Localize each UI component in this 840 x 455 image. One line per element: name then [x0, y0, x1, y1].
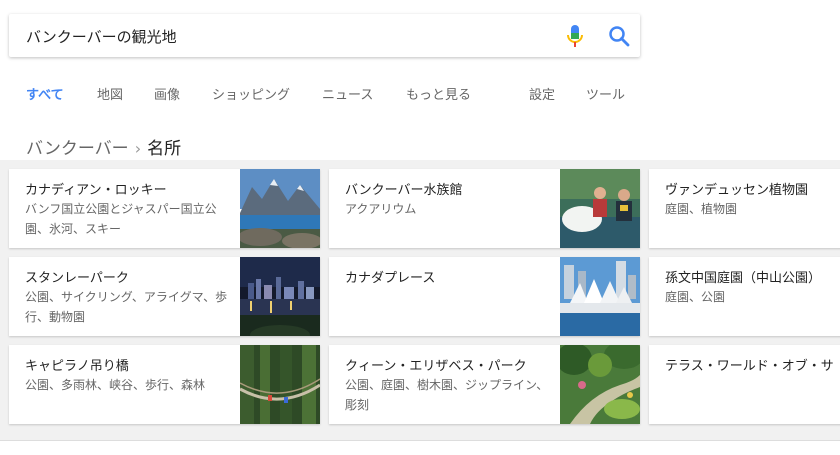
card-title: テラス・ワールド・オブ・サ [665, 359, 834, 374]
attraction-card[interactable]: クィーン・エリザベス・パーク 公園、庭園、樹木園、ジップライン、彫刻 [329, 345, 640, 424]
tab-news[interactable]: ニュース [322, 84, 373, 103]
breadcrumb: バンクーバー › 名所 [26, 134, 181, 159]
search-box[interactable]: バンクーバーの観光地 [9, 14, 640, 57]
tab-all[interactable]: すべて [26, 84, 64, 103]
tab-settings[interactable]: 設定 [529, 84, 555, 103]
breadcrumb-current: 名所 [147, 139, 182, 159]
attraction-card[interactable]: ヴァンデュッセン植物園 庭園、植物園 [649, 169, 840, 248]
card-title: バンクーバー水族館 [345, 183, 463, 198]
card-title: ヴァンデュッセン植物園 [665, 183, 809, 198]
attraction-card[interactable]: キャピラノ吊り橋 公園、多雨林、峡谷、歩行、森林 [9, 345, 320, 424]
card-title: カナディアン・ロッキー [25, 183, 167, 198]
card-subtitle: バンフ国立公園とジャスパー国立公園、氷河、スキー [25, 202, 217, 236]
card-subtitle: 庭園、公園 [665, 290, 726, 304]
card-subtitle: 庭園、植物園 [665, 202, 738, 216]
tab-maps[interactable]: 地図 [97, 84, 123, 103]
card-title: カナダプレース [345, 271, 436, 286]
magnifier-icon[interactable] [608, 25, 630, 47]
card-subtitle: 公園、サイクリング、アライグマ、歩行、動物園 [25, 290, 228, 324]
attraction-card[interactable]: スタンレーパーク 公園、サイクリング、アライグマ、歩行、動物園 [9, 257, 320, 336]
card-subtitle: 公園、庭園、樹木園、ジップライン、彫刻 [345, 378, 549, 412]
divider [0, 440, 840, 441]
attraction-card[interactable]: バンクーバー水族館 アクアリウム [329, 169, 640, 248]
beluga-thumbnail [560, 169, 640, 248]
tab-images[interactable]: 画像 [154, 84, 180, 103]
attractions-carousel: カナディアン・ロッキー バンフ国立公園とジャスパー国立公園、氷河、スキー バンク… [0, 160, 840, 440]
attraction-card[interactable]: カナディアン・ロッキー バンフ国立公園とジャスパー国立公園、氷河、スキー [9, 169, 320, 248]
tab-more[interactable]: もっと見る [406, 84, 471, 103]
tab-tools[interactable]: ツール [586, 84, 625, 103]
attraction-card[interactable]: カナダプレース [329, 257, 640, 336]
search-tabs: すべて 地図 画像 ショッピング ニュース もっと見る 設定 ツール [0, 84, 840, 104]
canada-place-thumbnail [560, 257, 640, 336]
attraction-card[interactable]: テラス・ワールド・オブ・サ [649, 345, 840, 424]
breadcrumb-separator: › [134, 139, 142, 158]
microphone-icon[interactable] [565, 24, 585, 48]
card-subtitle: アクアリウム [345, 202, 417, 216]
card-title: スタンレーパーク [25, 271, 129, 286]
night-skyline-thumbnail [240, 257, 320, 336]
card-subtitle: 公園、多雨林、峡谷、歩行、森林 [25, 378, 206, 392]
attraction-card[interactable]: 孫文中国庭園（中山公園） 庭園、公園 [649, 257, 840, 336]
breadcrumb-parent[interactable]: バンクーバー [26, 139, 129, 159]
garden-thumbnail [560, 345, 640, 424]
tab-shopping[interactable]: ショッピング [212, 84, 290, 103]
mountain-lake-thumbnail [240, 169, 320, 248]
suspension-bridge-thumbnail [240, 345, 320, 424]
card-title: キャピラノ吊り橋 [25, 359, 129, 374]
card-title: 孫文中国庭園（中山公園） [665, 271, 822, 286]
search-input[interactable]: バンクーバーの観光地 [26, 26, 177, 47]
card-title: クィーン・エリザベス・パーク [345, 359, 527, 374]
